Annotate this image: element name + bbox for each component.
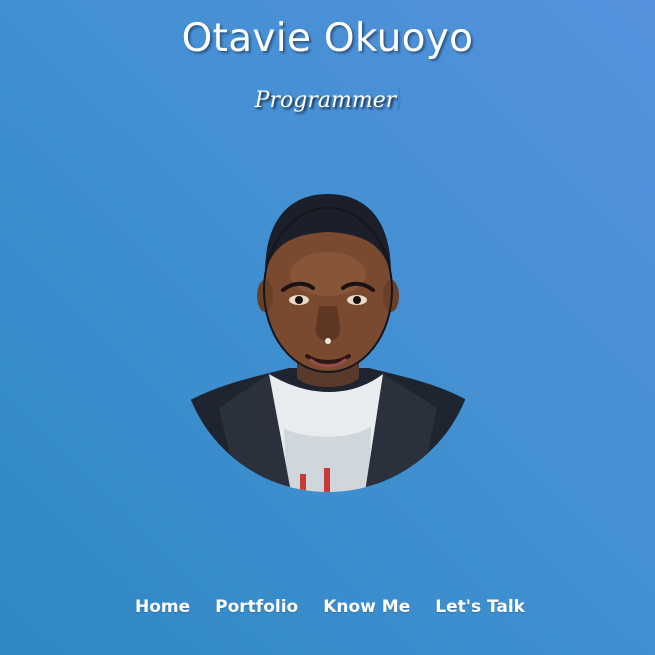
page-title: Otavie Okuoyo	[181, 16, 474, 61]
nav-lets-talk[interactable]: Let's Talk	[435, 597, 525, 617]
person-portrait-icon	[180, 194, 476, 492]
profile-avatar	[179, 178, 477, 492]
main-nav: Home Portfolio Know Me Let's Talk	[0, 597, 655, 617]
nav-portfolio[interactable]: Portfolio	[215, 597, 298, 617]
nav-know-me[interactable]: Know Me	[323, 597, 410, 617]
role-text: Programmer	[254, 88, 397, 113]
typing-cursor	[398, 88, 401, 110]
role-subtitle: Programmer	[0, 88, 655, 113]
nav-home[interactable]: Home	[135, 597, 190, 617]
